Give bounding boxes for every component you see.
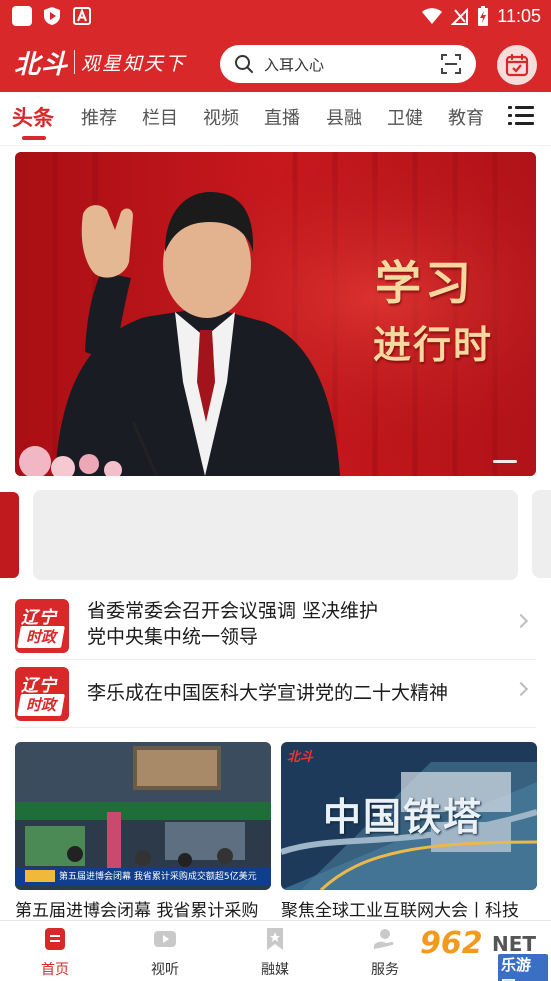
news-title: 李乐成在中国医科大学宣讲党的二十大精神 xyxy=(87,682,449,704)
next-carousel-card[interactable] xyxy=(532,490,551,578)
battery-charging-icon xyxy=(478,6,489,26)
nav-media[interactable]: 融媒 xyxy=(240,927,310,979)
active-tab-indicator xyxy=(22,136,46,140)
logo-slogan: 观星知天下 xyxy=(81,52,187,75)
logo-main-text: 北斗 xyxy=(14,49,69,80)
liaoning-politics-badge: 辽宁 时政 xyxy=(15,667,69,721)
nav-home[interactable]: 首页 xyxy=(20,927,90,979)
news-title: 省委常委会召开会议强调 坚决维护党中央集中统一领导 xyxy=(87,600,379,648)
watermark-number: 962 xyxy=(420,926,483,961)
app-header: 北斗 观星知天下 入耳入心 xyxy=(0,32,551,92)
tab-recommend[interactable]: 推荐 xyxy=(81,104,117,130)
card-title: 第五届进博会闭幕 我省累计采购 xyxy=(15,901,259,921)
calendar-check-icon xyxy=(505,53,529,77)
no-signal-icon xyxy=(451,7,469,25)
channel-tabs: 头条 推荐 栏目 视频 直播 县融 卫健 教育 xyxy=(0,92,551,146)
banner-title: 学习 xyxy=(375,256,475,310)
search-placeholder: 入耳入心 xyxy=(264,55,325,74)
text-app-icon xyxy=(72,6,92,26)
tab-columns[interactable]: 栏目 xyxy=(142,104,178,130)
liaoning-politics-badge: 辽宁 时政 xyxy=(15,599,69,653)
card-overlay-title: 中国铁塔 xyxy=(323,794,484,839)
badge-top-text: 辽宁 xyxy=(21,608,57,628)
app-logo[interactable]: 北斗 观星知天下 xyxy=(14,44,186,80)
wifi-icon xyxy=(422,8,443,24)
badge-bottom-text: 时政 xyxy=(25,628,56,646)
badge-bottom-text: 时政 xyxy=(25,696,56,714)
tab-education[interactable]: 教育 xyxy=(448,104,484,130)
site-watermark: 962 NET 乐游网 xyxy=(412,924,548,981)
carousel-card-placeholder[interactable] xyxy=(33,490,518,580)
tab-video[interactable]: 视频 xyxy=(203,104,239,130)
tab-health[interactable]: 卫健 xyxy=(387,104,423,130)
news-item[interactable]: 辽宁 时政 省委常委会召开会议强调 坚决维护党中央集中统一领导 xyxy=(15,594,536,660)
banner-subtitle: 进行时 xyxy=(373,322,494,367)
card-thumbnail: 北斗 中国铁塔 xyxy=(281,742,537,890)
home-doc-icon xyxy=(45,928,65,950)
prev-carousel-card[interactable] xyxy=(0,492,19,578)
watermark-site: 乐游网 xyxy=(498,954,548,981)
status-bar: 11:05 xyxy=(0,0,551,32)
nav-label: 融媒 xyxy=(261,962,289,978)
tab-live[interactable]: 直播 xyxy=(264,104,300,130)
card-title: 聚焦全球工业互联网大会丨科技 xyxy=(281,901,519,921)
search-bar[interactable]: 入耳入心 xyxy=(220,45,476,83)
nav-label: 首页 xyxy=(41,962,69,978)
video-card[interactable]: 第五届进博会闭幕 我省累计采购成交额超5亿美元 第五届进博会闭幕 我省累计采购 xyxy=(15,742,271,921)
calendar-button[interactable] xyxy=(497,45,537,85)
video-card[interactable]: 北斗 中国铁塔 聚焦全球工业互联网大会丨科技 xyxy=(281,742,537,921)
nav-service[interactable]: 服务 xyxy=(350,927,420,979)
channel-menu-icon[interactable] xyxy=(508,104,534,128)
tab-county[interactable]: 县融 xyxy=(326,104,362,130)
search-icon xyxy=(235,55,253,73)
chevron-right-icon xyxy=(513,681,529,697)
card-logo: 北斗 xyxy=(287,750,314,765)
carousel-indicator xyxy=(493,460,517,463)
shield-play-icon xyxy=(42,6,62,26)
scan-icon[interactable] xyxy=(440,53,462,75)
badge-top-text: 辽宁 xyxy=(21,676,57,696)
bookmark-icon xyxy=(267,928,283,950)
nav-label: 服务 xyxy=(371,962,399,978)
featured-banner[interactable]: 学习 进行时 xyxy=(15,152,536,476)
clock-time: 11:05 xyxy=(497,5,541,26)
logo-divider xyxy=(74,50,76,74)
card-thumbnail: 第五届进博会闭幕 我省累计采购成交额超5亿美元 xyxy=(15,742,271,890)
video-play-icon xyxy=(154,931,176,947)
nav-label: 视听 xyxy=(151,962,179,978)
service-hand-icon xyxy=(374,929,394,949)
card-caption: 第五届进博会闭幕 我省累计采购成交额超5亿美元 xyxy=(59,872,257,882)
watermark-net: NET xyxy=(492,932,537,956)
nav-audiovisual[interactable]: 视听 xyxy=(130,927,200,979)
news-item[interactable]: 辽宁 时政 李乐成在中国医科大学宣讲党的二十大精神 xyxy=(15,662,536,728)
chevron-right-icon xyxy=(513,613,529,629)
tab-headlines[interactable]: 头条 xyxy=(12,102,54,132)
notification-app-icon xyxy=(12,6,32,26)
